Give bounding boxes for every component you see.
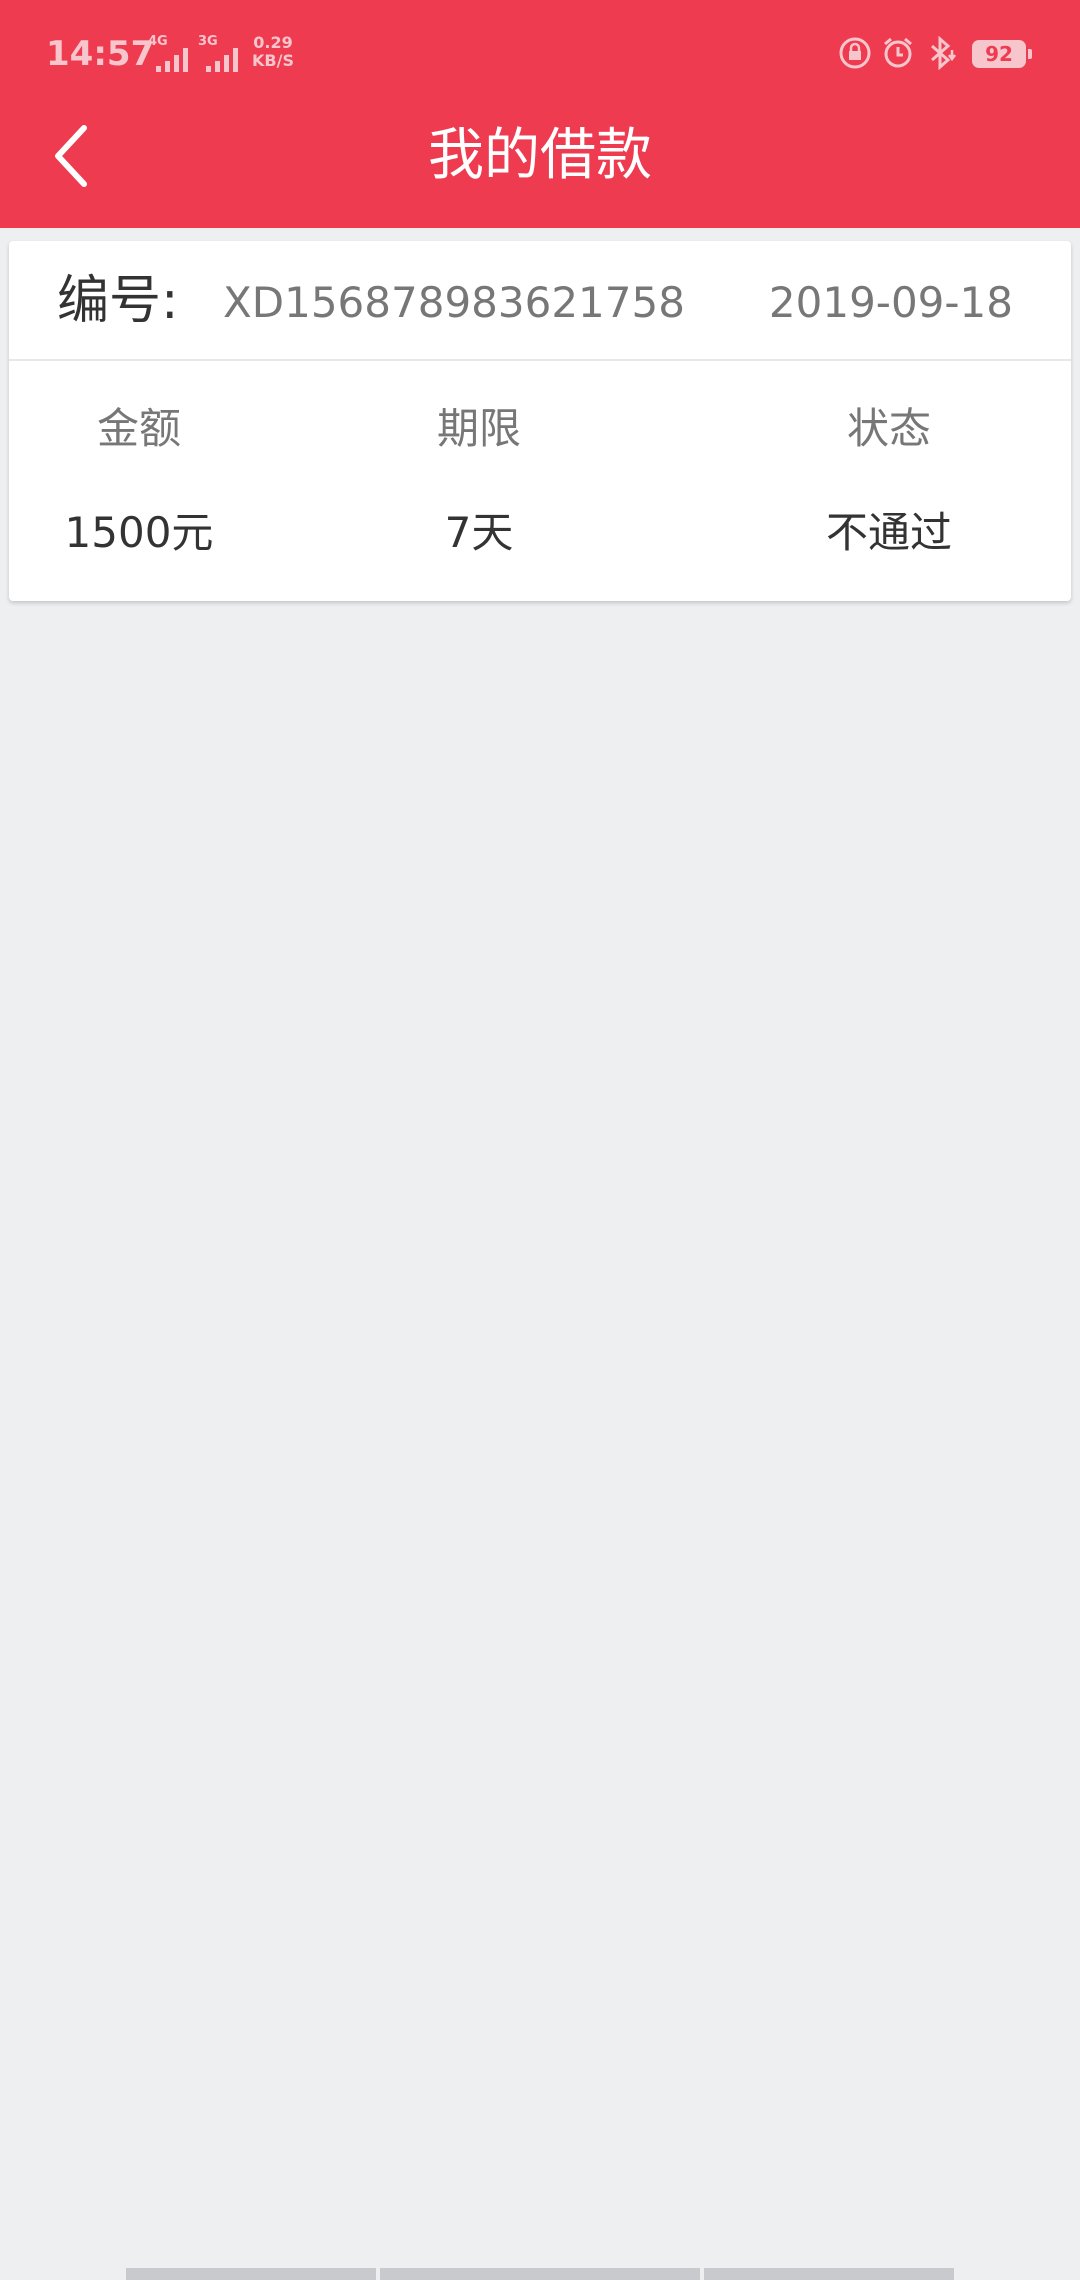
loan-card[interactable]: 编号: XD156878983621758 2019-09-18 金额 1500… [9, 241, 1071, 601]
status-label: 状态 [846, 404, 931, 453]
sim1-type-label: 4G [148, 34, 168, 49]
term-value: 7天 [444, 508, 514, 557]
term-label: 期限 [436, 404, 521, 453]
bottom-nav-hint [380, 2268, 700, 2280]
bottom-nav-hint [704, 2268, 954, 2280]
loan-number-label: 编号: [57, 271, 179, 331]
status-value: 不通过 [825, 508, 952, 557]
status-time: 14:57 [46, 34, 155, 74]
page-title: 我的借款 [428, 123, 652, 188]
battery-level: 92 [985, 42, 1013, 66]
amount-value: 1500元 [64, 508, 214, 557]
loan-date: 2019-09-18 [768, 278, 1013, 327]
battery-icon: 92 [972, 40, 1032, 68]
net-speed-indicator: 0.29 KB/S [252, 34, 294, 70]
sim2-type-label: 3G [198, 34, 218, 49]
loan-card-header: 编号: XD156878983621758 2019-09-18 [9, 241, 1071, 361]
alarm-icon [884, 37, 912, 68]
rotation-lock-icon [839, 37, 871, 69]
app-header-bar: 14:57 4G 3G 0.29 KB/S 92 我的借款 [0, 0, 1080, 228]
status-bar: 14:57 4G 3G 0.29 KB/S 92 [0, 0, 1080, 110]
bottom-nav-hint [126, 2268, 376, 2280]
bluetooth-icon [931, 36, 956, 70]
loan-number: XD156878983621758 [223, 278, 685, 327]
amount-label: 金额 [96, 404, 181, 453]
net-speed-unit: KB/S [252, 51, 294, 70]
net-speed-value: 0.29 [253, 33, 293, 52]
